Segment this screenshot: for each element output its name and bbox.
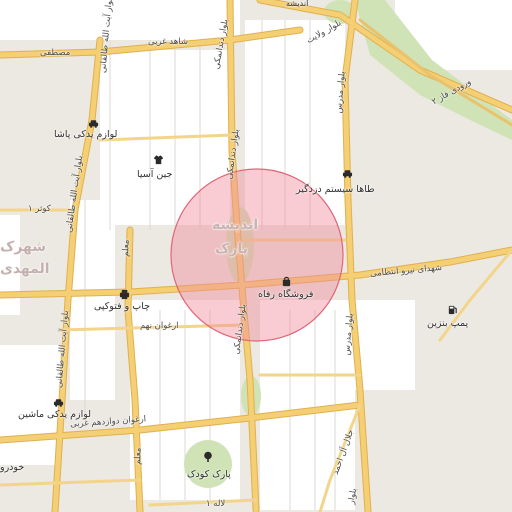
map-view[interactable]: اندیشه پارک شهرک المهدی شاهد غربی مصطفی … <box>0 0 512 512</box>
area-label-mahdieh: المهدی <box>0 261 50 277</box>
poi-label-park-koodak[interactable]: پارک کودک <box>187 470 231 480</box>
road-label-kowsar: کوثر ۱ <box>28 204 51 214</box>
area-label-shahrak: شهرک <box>0 239 47 255</box>
road-label-laleh: لاله ۱ <box>206 499 226 509</box>
area-label-andisheh: اندیشه <box>212 217 259 233</box>
shopping-bag-icon[interactable] <box>280 275 292 287</box>
park-koodak-area <box>184 440 232 488</box>
road-label-mostafa: مصطفی <box>40 48 71 58</box>
car-icon[interactable] <box>341 167 353 179</box>
poi-label-lavazem-mashin[interactable]: لوازم یدکی ماشین <box>18 410 91 420</box>
tree-icon[interactable] <box>202 451 214 463</box>
car-icon[interactable] <box>52 396 64 408</box>
poi-label-taha-system[interactable]: طاها سیستم دزدگیر <box>296 185 375 195</box>
map-canvas <box>0 0 512 512</box>
poi-label-top: اندیشه <box>286 0 309 8</box>
area-label-park: پارک <box>215 241 248 257</box>
poi-label-khodro[interactable]: خودرو <box>0 463 24 473</box>
road-label-moallem-bottom: معلم <box>133 447 144 465</box>
shirt-icon[interactable] <box>152 153 164 165</box>
poi-label-pomp-benzin[interactable]: پمپ بنزین <box>427 319 468 329</box>
fuel-pump-icon[interactable] <box>446 303 458 315</box>
poi-label-jeen-asia[interactable]: جین آسیا <box>137 170 172 180</box>
road-label-moallem: معلم <box>121 239 132 257</box>
printer-icon[interactable] <box>118 288 130 300</box>
car-icon[interactable] <box>87 117 99 129</box>
road-label-shahed-gharbi: شاهد غربی <box>148 37 188 47</box>
poi-label-forooshgah-refah[interactable]: فروشگاه رفاه <box>258 290 313 300</box>
road-label-arghavan-noham: ارغوان نهم <box>140 321 179 331</box>
poi-label-chap-fotokopi[interactable]: چاپ و فتوکپی <box>94 302 150 312</box>
poi-label-lavazem-pasha[interactable]: لوازم یدکی پاشا <box>54 130 117 140</box>
